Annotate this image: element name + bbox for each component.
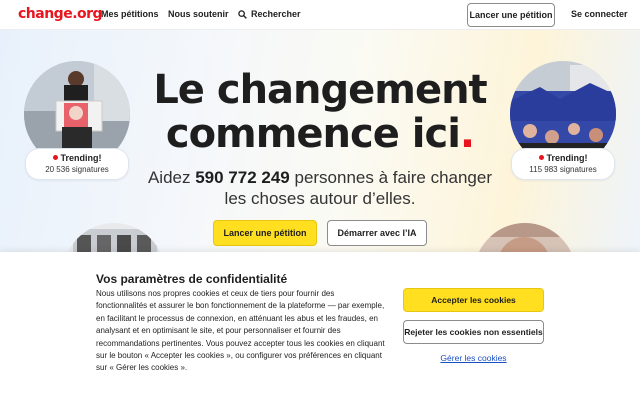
- nav-support[interactable]: Nous soutenir: [168, 9, 229, 19]
- people-count: 590 772 249: [195, 168, 290, 187]
- hero-headline-line1: Le changement: [153, 67, 487, 113]
- login-button[interactable]: Se connecter: [571, 9, 628, 19]
- hero-subtitle-line1: Aidez 590 772 249 personnes à faire chan…: [147, 168, 493, 187]
- hero-section: Trending! 20 536 signatures Trending! 11…: [0, 30, 640, 252]
- reject-cookies-button[interactable]: Rejeter les cookies non essentiels: [403, 320, 544, 344]
- hero-headline-line2: commence ici.: [165, 111, 475, 157]
- start-with-ai-button[interactable]: Démarrer avec l’IA: [327, 220, 427, 246]
- cookie-title: Vos paramètres de confidentialité: [96, 272, 288, 286]
- nav-search[interactable]: Rechercher: [238, 9, 301, 19]
- headline-red-dot: .: [459, 111, 475, 157]
- change-org-logo[interactable]: change.org: [18, 6, 103, 22]
- cookie-consent-banner: Vos paramètres de confidentialité Nous u…: [0, 252, 640, 400]
- hero-subtitle-line2: les choses autour d’elles.: [224, 189, 416, 208]
- petition-photo-bottom-right[interactable]: [474, 223, 576, 252]
- accept-cookies-button[interactable]: Accepter les cookies: [403, 288, 544, 312]
- launch-petition-button[interactable]: Lancer une pétition: [213, 220, 317, 246]
- launch-petition-button-header[interactable]: Lancer une pétition: [467, 3, 555, 27]
- person-image: [474, 223, 576, 252]
- cookie-description: Nous utilisons nos propres cookies et ce…: [96, 289, 385, 373]
- nav-my-petitions[interactable]: Mes pétitions: [101, 9, 159, 19]
- building-image: [63, 223, 165, 252]
- search-icon: [238, 9, 247, 19]
- manage-cookies-link[interactable]: Gérer les cookies: [403, 353, 544, 363]
- search-label: Rechercher: [251, 9, 301, 19]
- petition-photo-bottom-left[interactable]: [63, 223, 165, 252]
- top-navigation: change.org Mes pétitions Nous soutenir R…: [0, 0, 640, 30]
